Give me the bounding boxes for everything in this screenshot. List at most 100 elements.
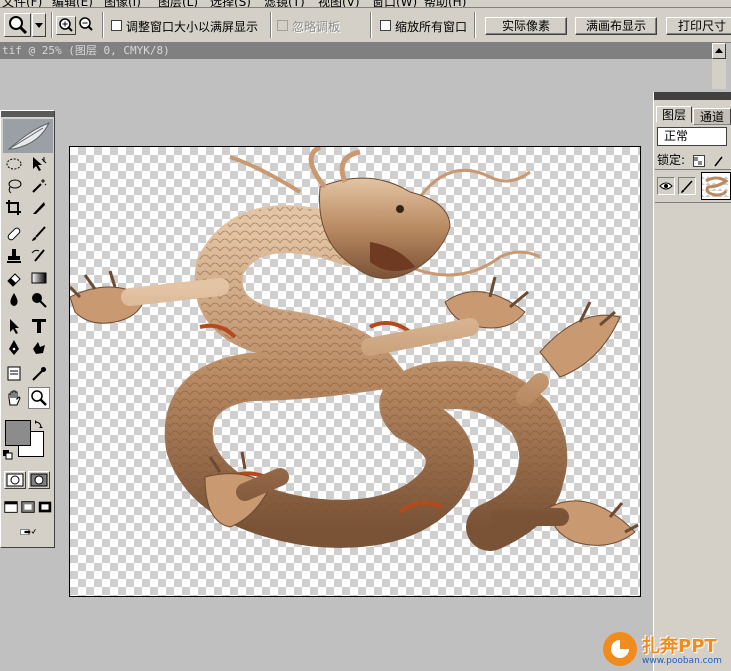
default-colors-icon[interactable] [3,449,13,460]
document-title-bar[interactable]: tif @ 25% (图层 0, CMYK/8) [0,43,712,59]
menu-image[interactable]: 图像(I) [104,0,141,7]
gradient-icon [31,272,47,284]
zoom-in-icon [59,18,73,32]
resize-windows-checkbox[interactable] [111,20,122,31]
bandage-icon [7,227,21,241]
swap-colors-icon[interactable] [34,418,44,429]
toolbox-grip[interactable] [1,111,54,117]
fullscreen-icon [38,501,52,513]
brush-icon [681,180,693,193]
marquee-tool[interactable] [3,153,25,175]
feather-icon [7,122,51,150]
layer-visibility-toggle[interactable] [657,177,675,195]
zoom-tool-preset-button[interactable] [4,13,31,37]
menu-view[interactable]: 视图(V) [318,0,360,7]
lock-pixels-icon[interactable] [713,155,723,167]
zoom-all-windows-checkbox[interactable] [380,20,391,31]
menu-help[interactable]: 帮助(H) [424,0,466,7]
layer-row[interactable] [655,169,731,203]
feather-logo[interactable] [3,119,53,153]
history-brush-tool[interactable] [28,245,50,267]
stamp-icon [7,249,21,263]
slice-tool[interactable] [28,197,50,219]
window-icon [4,501,18,513]
layer-thumbnail[interactable] [701,172,731,200]
healing-brush-tool[interactable] [3,223,25,245]
resize-windows-label: 调整窗口大小以满屏显示 [126,20,259,34]
blur-tool[interactable] [3,289,25,311]
standard-mode-button[interactable] [4,471,26,489]
dragon-image [70,147,639,551]
ignore-palettes-label: 忽略调板 [292,20,341,34]
standard-mode-icon [6,473,24,487]
crop-tool[interactable] [3,197,25,219]
scroll-up-button[interactable] [712,43,726,59]
zoom-out-icon [79,17,93,31]
zoom-icon [9,16,28,35]
menu-layer[interactable]: 图层(L) [158,0,198,7]
lock-row: 锁定: [657,151,723,168]
zoom-in-button[interactable] [56,16,76,35]
foreground-color-swatch[interactable] [5,420,31,446]
notes-tool[interactable] [3,363,25,385]
zoom-all-windows-label: 缩放所有窗口 [395,20,468,34]
preset-dropdown-button[interactable] [32,13,46,37]
jump-to-imageready-button[interactable] [4,521,52,543]
type-tool[interactable] [28,315,50,337]
blend-mode-select[interactable]: 正常 [657,127,727,146]
menu-file[interactable]: 文件(F) [2,0,42,7]
magic-wand-tool[interactable] [28,175,50,197]
checkerboard-icon [693,156,702,165]
move-tool[interactable] [28,153,50,175]
lock-label: 锁定: [657,153,686,167]
history-brush-icon [31,249,45,262]
gradient-tool[interactable] [28,267,50,289]
ignore-palettes-checkbox [277,20,288,31]
magnifier-icon [31,390,47,406]
toolbox [0,110,55,548]
screen-mode-standard-button[interactable] [3,499,19,515]
eye-icon [659,182,673,190]
lasso-icon [8,179,22,194]
brush-icon [32,226,46,241]
pen-nib-icon [9,340,19,355]
eraser-icon [7,273,21,287]
tab-layers[interactable]: 图层 [656,106,692,123]
hand-tool[interactable] [3,387,25,409]
menu-filter[interactable]: 滤镜(T) [264,0,305,7]
arrow-up-icon [715,48,723,53]
watermark: 扎奔PPT www.pooban.com [598,628,731,671]
menu-bar: 文件(F) 编辑(E) 图像(I) 图层(L) 选择(S) 滤镜(T) 视图(V… [0,0,731,8]
screen-mode-full-menu-button[interactable] [20,499,36,515]
menu-select[interactable]: 选择(S) [210,0,251,7]
document-canvas[interactable] [69,146,641,597]
lock-transparency-checkbox[interactable] [692,154,705,167]
screen-mode-full-button[interactable] [37,499,53,515]
pen-tool[interactable] [3,337,25,359]
eyedropper-tool[interactable] [28,363,50,385]
actual-pixels-button[interactable]: 实际像素 [485,17,567,35]
menu-window[interactable]: 窗口(W) [372,0,417,7]
zoom-tool[interactable] [28,387,50,409]
fit-on-screen-button[interactable]: 满画布显示 [575,17,657,35]
layers-palette-title-bar[interactable] [654,92,731,100]
clone-stamp-tool[interactable] [3,245,25,267]
tab-channels[interactable]: 通道 [693,108,731,125]
lasso-tool[interactable] [3,175,25,197]
zoom-out-button[interactable] [77,16,97,35]
slice-knife-icon [33,202,45,214]
print-size-button[interactable]: 打印尺寸 [666,17,731,35]
brush-tool[interactable] [28,223,50,245]
path-selection-tool[interactable] [3,315,25,337]
custom-shape-tool[interactable] [28,337,50,359]
quick-mask-button[interactable] [28,471,50,489]
move-arrow-icon [33,157,47,171]
dodge-tool[interactable] [28,289,50,311]
eraser-tool[interactable] [3,267,25,289]
layer-brush-indicator[interactable] [678,177,696,195]
crop-icon [6,200,21,215]
menu-edit[interactable]: 编辑(E) [52,0,93,7]
type-t-icon [32,319,46,333]
vertical-scrollbar[interactable] [712,59,726,89]
watermark-url: www.pooban.com [642,656,722,666]
